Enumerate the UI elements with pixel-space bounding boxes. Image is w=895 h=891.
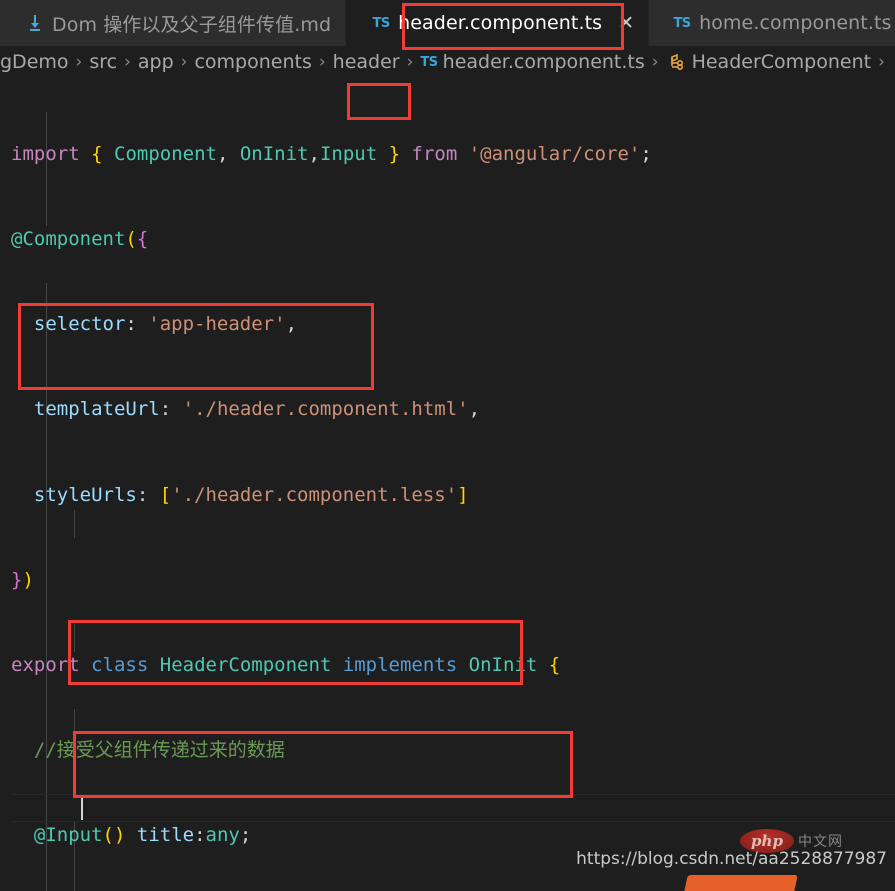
breadcrumb-item-header[interactable]: header [333, 51, 400, 73]
vscode-window: Dom 操作以及父子组件传值.md TS header.component.ts… [0, 0, 895, 891]
chevron-right-icon: › [878, 52, 885, 72]
class-symbol-icon [666, 52, 686, 72]
tab-header-component-ts[interactable]: TS header.component.ts ✕ [346, 0, 650, 46]
breadcrumb-item-class[interactable]: HeaderComponent [692, 51, 872, 73]
typescript-icon: TS [673, 15, 691, 31]
breadcrumb-item-project[interactable]: gDemo [0, 51, 69, 73]
decorative-orange-shape [682, 875, 798, 891]
typescript-icon: TS [420, 54, 438, 70]
code-line: @Component({ [11, 228, 149, 251]
php-logo-suffix: 中文网 [798, 834, 843, 850]
breadcrumb-item-file[interactable]: header.component.ts [443, 51, 645, 73]
breadcrumb-item-components[interactable]: components [194, 51, 311, 73]
code-line: export class HeaderComponent implements … [11, 654, 561, 677]
code-line: //接受父组件传递过来的数据 [33, 739, 285, 762]
markdown-download-icon [26, 14, 44, 32]
current-line-highlight [11, 794, 895, 822]
tab-label: header.component.ts [398, 12, 603, 34]
editor-gutter [0, 78, 11, 891]
typescript-icon: TS [372, 15, 391, 31]
chevron-right-icon: › [651, 52, 659, 72]
chevron-right-icon: › [75, 52, 83, 72]
breadcrumb-item-app[interactable]: app [138, 51, 174, 73]
code-line: styleUrls: ['./header.component.less'] [33, 483, 469, 506]
editor-tab-bar: Dom 操作以及父子组件传值.md TS header.component.ts… [0, 0, 895, 46]
code-line: import { Component, OnInit,Input } from … [11, 142, 652, 165]
chevron-right-icon: › [318, 52, 326, 72]
code-line: templateUrl: './header.component.html', [33, 398, 481, 421]
code-editor[interactable]: import { Component, OnInit,Input } from … [0, 78, 895, 891]
watermark-url: https://blog.csdn.net/aa2528877987 [576, 849, 887, 869]
tab-home-component-ts[interactable]: TS home.component.ts [649, 0, 895, 46]
tab-label: Dom 操作以及父子组件传值.md [52, 13, 332, 36]
chevron-right-icon: › [124, 52, 131, 72]
chevron-right-icon: › [180, 52, 188, 72]
close-icon[interactable]: ✕ [618, 13, 634, 33]
breadcrumb-item-src[interactable]: src [89, 51, 117, 73]
text-cursor [81, 796, 83, 820]
breadcrumb: gDemo › src › app › components › header … [0, 46, 895, 78]
code-content: import { Component, OnInit,Input } from … [11, 83, 895, 891]
tab-label: home.component.ts [699, 12, 892, 34]
code-line: }) [11, 568, 34, 591]
tab-dom-md[interactable]: Dom 操作以及父子组件传值.md [0, 0, 347, 46]
chevron-right-icon: › [406, 52, 414, 72]
code-line: selector: 'app-header', [33, 313, 298, 336]
